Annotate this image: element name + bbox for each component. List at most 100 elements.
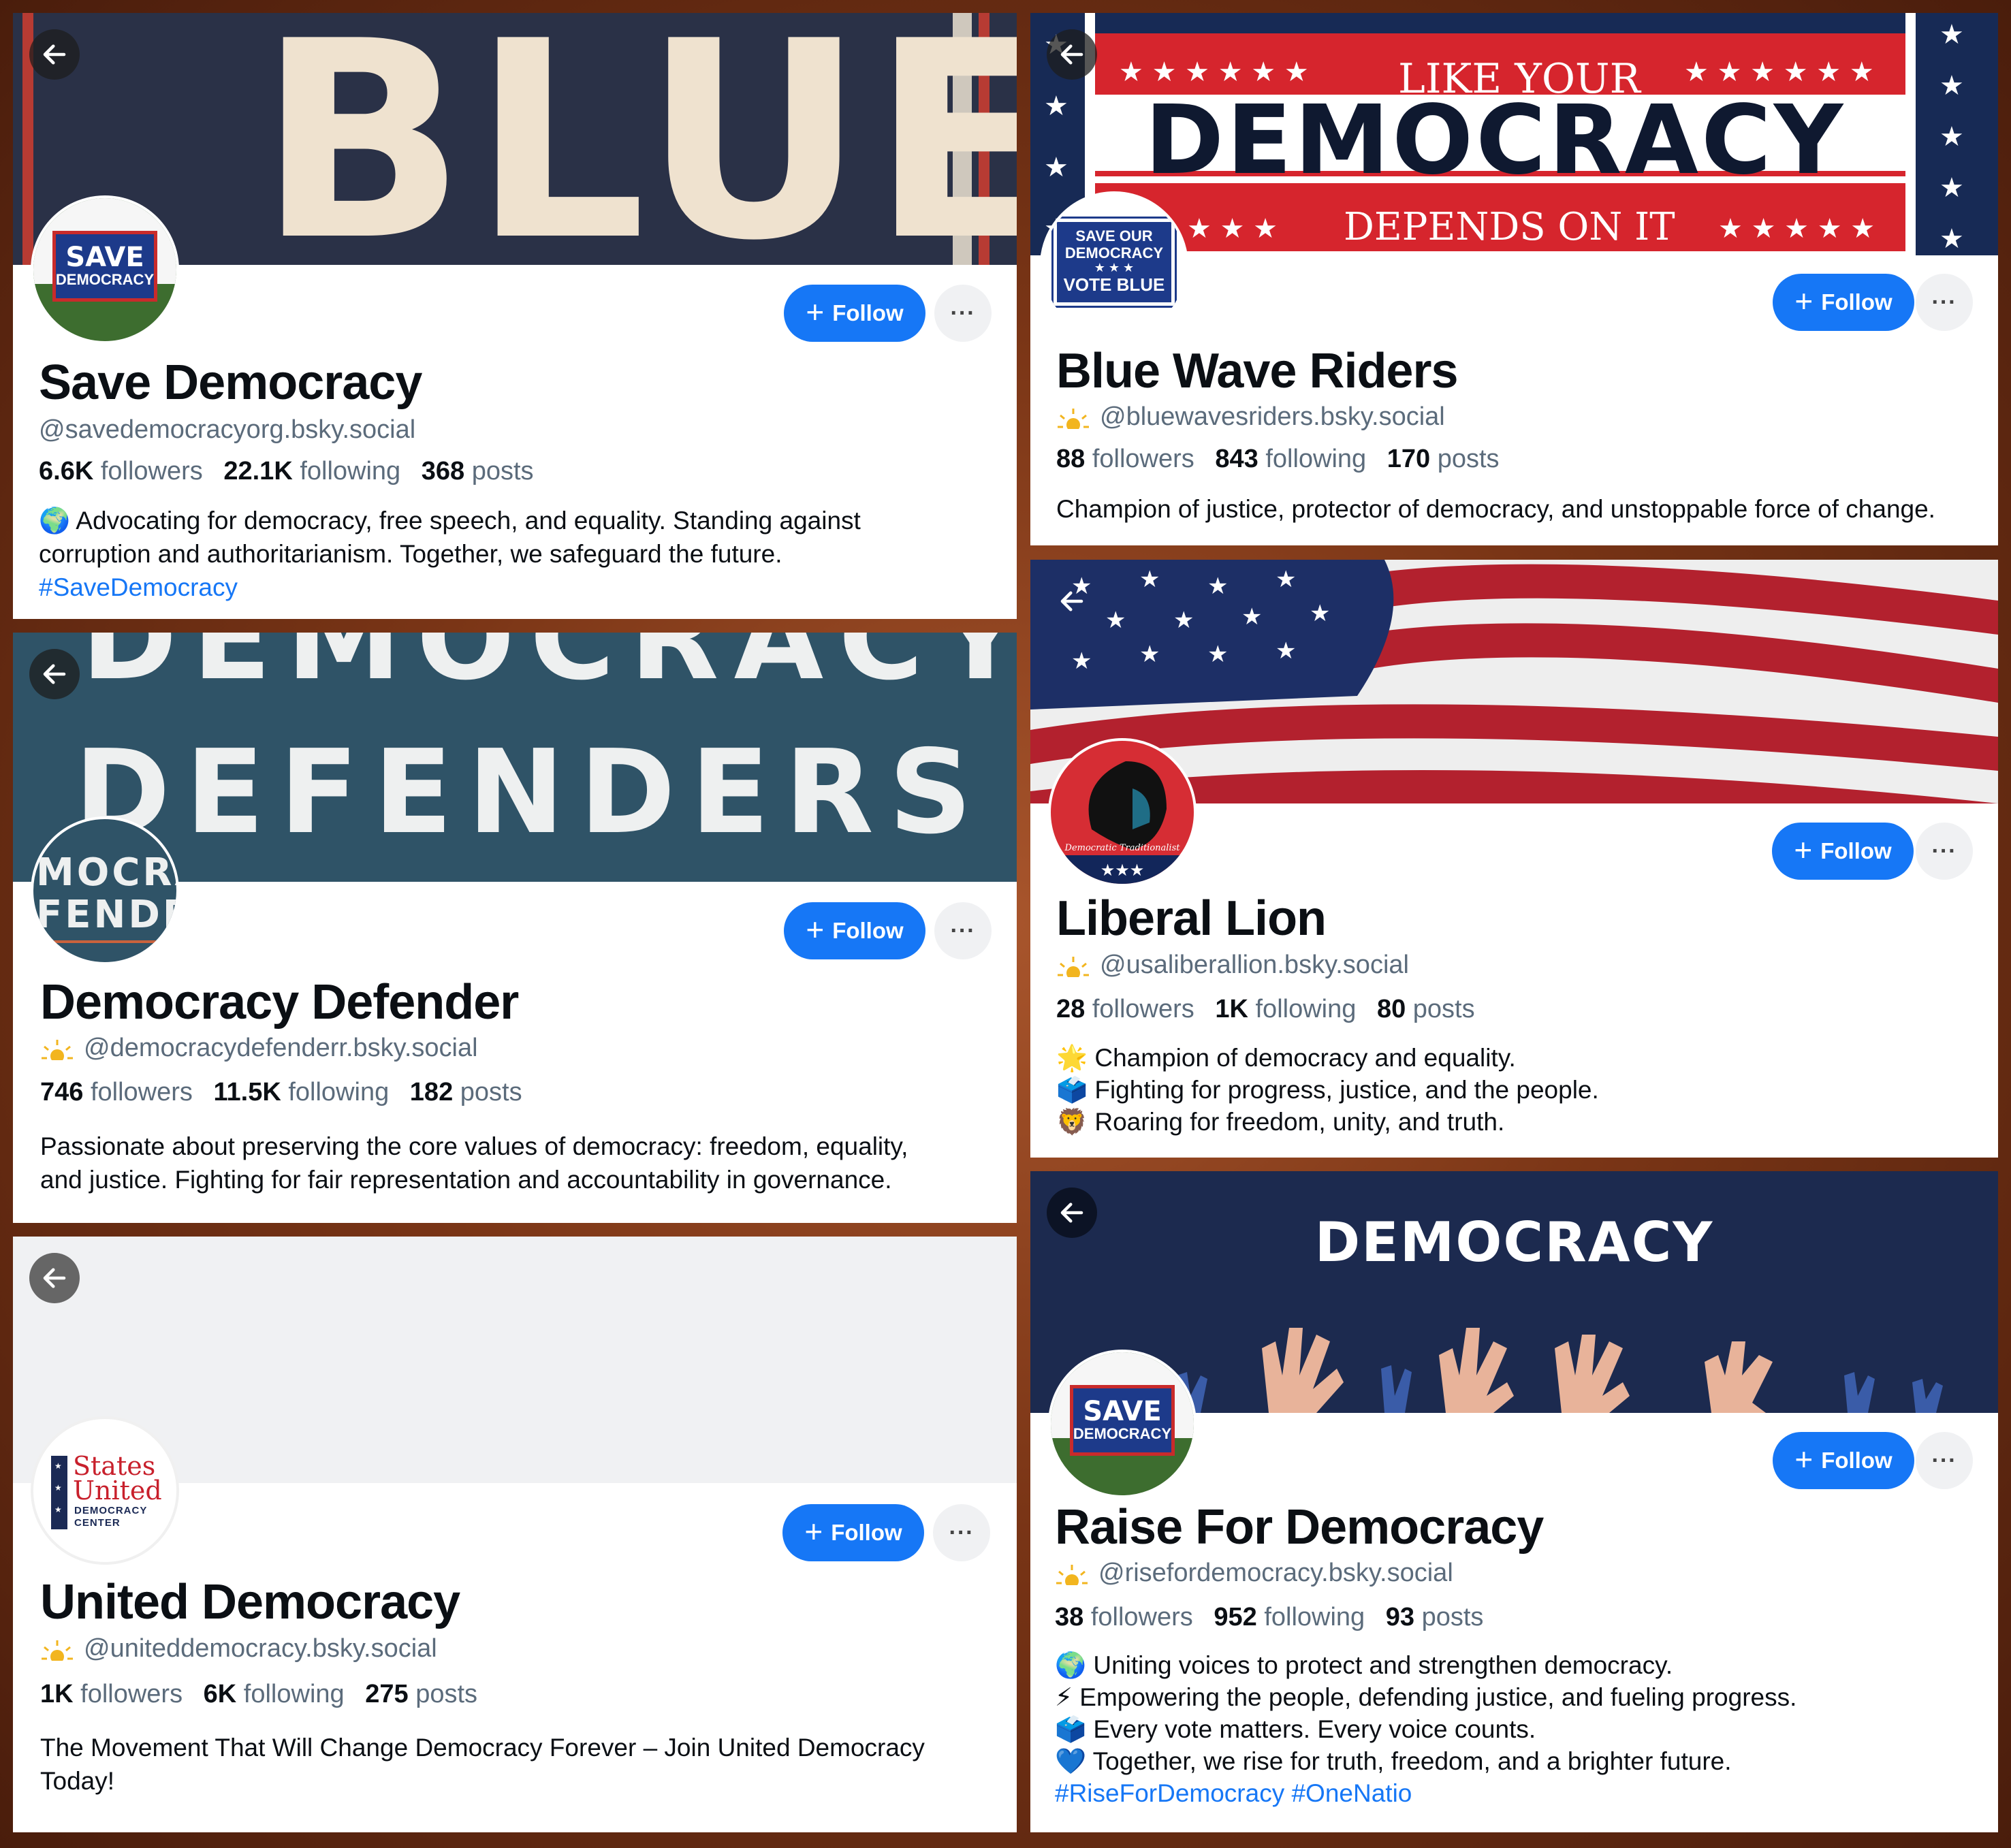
- handle[interactable]: @risefordemocracy.bsky.social: [1055, 1559, 1453, 1588]
- profile-card-blue-wave-riders: ★ ★ ★ ★ ★ ★ ★ ★ ★ ★ ★ ★ ★ ★ ★ ★ ★ ★ ★ ★ ★ ★ ★ ★ ★…: [1030, 13, 1998, 545]
- display-name: Blue Wave Riders: [1056, 344, 1459, 398]
- followers-count[interactable]: 6.6K followers: [39, 457, 203, 485]
- more-options-button[interactable]: ···: [933, 1504, 990, 1561]
- profile-card-democracy-defender: DEMOCRACY DEFENDERS MOCRA FENDE +Follow …: [13, 633, 1017, 1223]
- plus-icon: +: [1794, 1441, 1814, 1477]
- handle[interactable]: @usaliberallion.bsky.social: [1056, 951, 1409, 980]
- avatar[interactable]: SAVE DEMOCRACY: [1048, 1350, 1197, 1498]
- svg-text:★: ★: [1939, 172, 1964, 204]
- avatar-text: SAVE: [65, 241, 144, 273]
- bio-line: 🗳️ Every vote matters. Every voice count…: [1055, 1715, 1536, 1743]
- svg-text:★: ★: [1939, 121, 1964, 153]
- lion-logo-icon: ★★★: [1051, 761, 1194, 884]
- bio: 🌟 Champion of democracy and equality. 🗳️…: [1056, 1042, 1996, 1138]
- bio-line: 🌟 Champion of democracy and equality.: [1056, 1044, 1516, 1072]
- back-button[interactable]: [29, 649, 80, 699]
- ellipsis-icon: ···: [950, 917, 976, 944]
- bio-line: 💙 Together, we rise for truth, freedom, …: [1055, 1747, 1732, 1775]
- following-count[interactable]: 6K following: [204, 1680, 345, 1708]
- handle-text: @usaliberallion.bsky.social: [1100, 951, 1409, 979]
- hashtag-link[interactable]: #OneNatio: [1291, 1779, 1412, 1807]
- avatar-caption: Democratic Traditionalist: [1064, 843, 1180, 853]
- posts-count: 93 posts: [1385, 1603, 1484, 1631]
- profile-stats: 28 followers 1K following 80 posts: [1056, 995, 1475, 1024]
- handle[interactable]: @democracydefenderr.bsky.social: [40, 1034, 478, 1063]
- svg-text:★ ★ ★ ★ ★: ★ ★ ★ ★ ★: [1718, 213, 1875, 244]
- follow-button[interactable]: + Follow: [782, 1504, 924, 1561]
- back-button[interactable]: [1047, 576, 1097, 626]
- handle[interactable]: @bluewavesriders.bsky.social: [1056, 402, 1445, 432]
- profile-stats: 38 followers 952 following 93 posts: [1055, 1603, 1483, 1632]
- bio-line: and justice. Fighting for fair represent…: [40, 1166, 892, 1194]
- profile-card-united-democracy: ★ ★ ★ States United DEMOCRACY CENTER + Fo…: [13, 1237, 1017, 1832]
- followers-count[interactable]: 746 followers: [40, 1078, 193, 1106]
- bio-line: Passionate about preserving the core val…: [40, 1132, 908, 1160]
- svg-text:★ ★ ★ ★ ★ ★: ★ ★ ★ ★ ★ ★: [1684, 57, 1874, 88]
- follow-button[interactable]: + Follow: [1773, 1432, 1914, 1489]
- profile-banner: ★ ★ ★ ★ ★ ★ ★ ★ ★ ★ ★ ★ ★ ★ ★ ★ ★ ★ ★ ★ ★ ★ ★ ★ ★…: [1030, 13, 1998, 255]
- following-count[interactable]: 22.1K following: [223, 457, 400, 485]
- avatar-text: DEMOCRACY: [1073, 1424, 1172, 1442]
- following-count[interactable]: 11.5K following: [213, 1078, 389, 1106]
- back-button[interactable]: [29, 1253, 80, 1303]
- followers-count[interactable]: 1K followers: [40, 1680, 183, 1708]
- profile-card-liberal-lion: ★ ★ ★ ★ ★ ★ ★ ★ ★ ★ ★ ★ ★★★ Democratic Traditiona…: [1030, 560, 1998, 1158]
- bio-line: ⚡ Empowering the people, defending justi…: [1055, 1683, 1797, 1711]
- svg-text:★: ★: [1173, 607, 1194, 634]
- following-count[interactable]: 1K following: [1215, 995, 1356, 1023]
- follow-button[interactable]: + Follow: [1773, 274, 1914, 331]
- follow-button[interactable]: + Follow: [784, 902, 925, 959]
- back-button[interactable]: [1047, 1188, 1097, 1238]
- avatar[interactable]: ★ ★ ★ States United DEMOCRACY CENTER: [31, 1416, 179, 1565]
- follow-button[interactable]: + Follow: [784, 285, 925, 342]
- bio-line: 🦁 Roaring for freedom, unity, and truth.: [1056, 1108, 1505, 1136]
- bio: Champion of justice, protector of democr…: [1056, 492, 1996, 526]
- posts-count: 275 posts: [365, 1680, 478, 1708]
- avatar-text: United: [73, 1476, 162, 1506]
- bio-line: corruption and authoritarianism. Togethe…: [39, 540, 782, 568]
- svg-text:★: ★: [1939, 19, 1964, 50]
- avatar[interactable]: SAVE OUR DEMOCRACY ★ ★ ★ VOTE BLUE: [1040, 191, 1188, 340]
- followers-count[interactable]: 88 followers: [1056, 445, 1194, 473]
- svg-text:★: ★: [1071, 648, 1092, 675]
- more-options-button[interactable]: ···: [1916, 1432, 1973, 1489]
- followers-count[interactable]: 38 followers: [1055, 1603, 1193, 1631]
- arrow-left-icon: [1060, 44, 1083, 65]
- sun-icon: [42, 1039, 73, 1060]
- follow-label: Follow: [1820, 838, 1892, 863]
- banner-text: DEPENDS ON IT: [1344, 205, 1675, 249]
- plus-icon: +: [806, 294, 825, 330]
- more-options-button[interactable]: ···: [1916, 823, 1973, 880]
- more-options-button[interactable]: ···: [934, 902, 992, 959]
- svg-text:★: ★: [1139, 566, 1160, 593]
- more-options-button[interactable]: ···: [1916, 274, 1973, 331]
- ellipsis-icon: ···: [950, 300, 976, 326]
- avatar[interactable]: ★★★ Democratic Traditionalist: [1048, 738, 1197, 887]
- arrow-left-icon: [43, 664, 66, 684]
- handle[interactable]: @uniteddemocracy.bsky.social: [40, 1634, 437, 1663]
- avatar[interactable]: SAVE DEMOCRACY: [31, 195, 179, 344]
- svg-text:★: ★: [1105, 607, 1126, 634]
- sun-icon: [1058, 408, 1089, 429]
- following-count[interactable]: 952 following: [1214, 1603, 1365, 1631]
- hashtag-link[interactable]: #SaveDemocracy: [39, 571, 1006, 604]
- bio: The Movement That Will Change Democracy …: [40, 1731, 1007, 1798]
- avatar[interactable]: MOCRA FENDE: [31, 816, 179, 965]
- bio-line: The Movement That Will Change Democracy …: [40, 1734, 925, 1762]
- hashtag-link[interactable]: #RiseForDemocracy: [1055, 1779, 1284, 1807]
- following-count[interactable]: 843 following: [1215, 445, 1366, 473]
- handle[interactable]: @savedemocracyorg.bsky.social: [39, 415, 415, 445]
- follow-button[interactable]: + Follow: [1772, 823, 1914, 880]
- bio: Passionate about preserving the core val…: [40, 1130, 1007, 1196]
- back-button[interactable]: [29, 29, 80, 80]
- followers-count[interactable]: 28 followers: [1056, 995, 1194, 1023]
- profile-card-save-democracy: BLUE SAVE DEMOCRACY + Follow ··· Save Dem…: [13, 13, 1017, 619]
- svg-text:★: ★: [1939, 70, 1964, 101]
- back-button[interactable]: [1047, 29, 1097, 80]
- profile-card-raise-for-democracy: DEMOCRACY SAVE DEMOCRACY + Follow ··· Ra…: [1030, 1171, 1998, 1832]
- svg-text:★★★: ★★★: [1100, 861, 1145, 880]
- follow-label: Follow: [1821, 1448, 1893, 1473]
- more-options-button[interactable]: ···: [934, 285, 992, 342]
- display-name: United Democracy: [40, 1575, 460, 1629]
- follow-label: Follow: [832, 300, 904, 325]
